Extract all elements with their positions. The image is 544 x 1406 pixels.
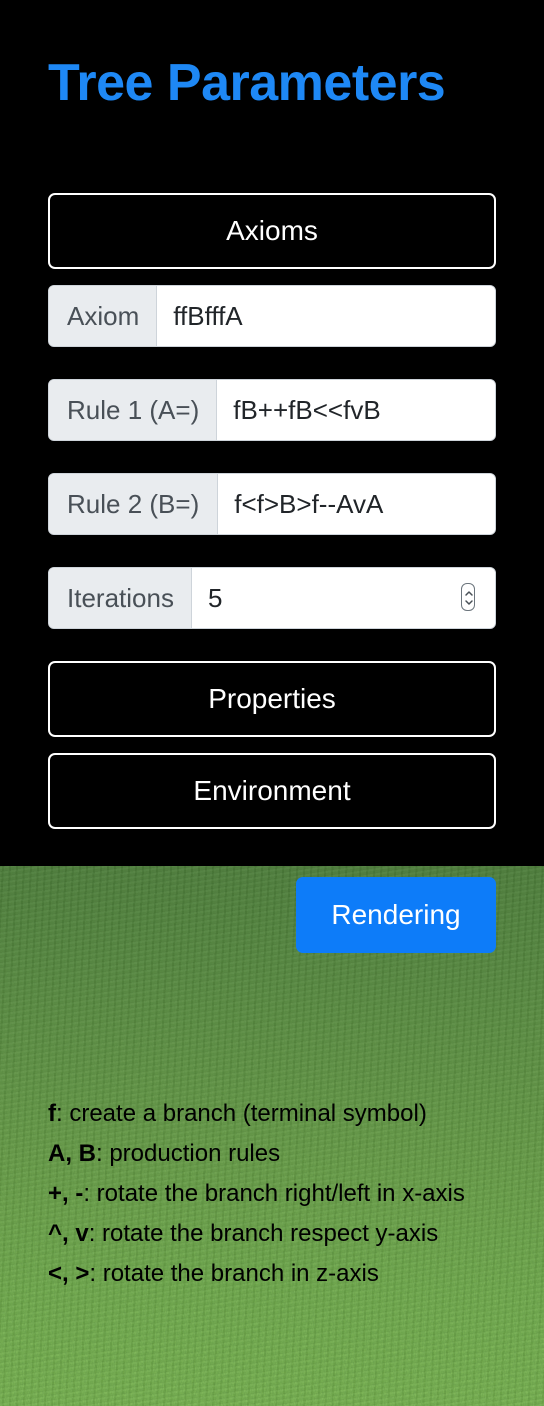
- legend-symbol: f: [48, 1100, 56, 1127]
- rule2-input-group: Rule 2 (B=): [48, 473, 496, 535]
- environment-section-button[interactable]: Environment: [48, 753, 496, 829]
- symbol-legend: f: create a branch (terminal symbol) A, …: [48, 1094, 508, 1294]
- rule1-input[interactable]: [217, 380, 495, 440]
- rule1-input-group: Rule 1 (A=): [48, 379, 496, 441]
- legend-item: ^, v: rotate the branch respect y-axis: [48, 1214, 508, 1254]
- axiom-input[interactable]: [157, 286, 495, 346]
- rule2-input[interactable]: [218, 474, 495, 534]
- legend-text: : rotate the branch right/left in x-axis: [83, 1180, 465, 1207]
- iterations-field-wrap: [191, 568, 495, 628]
- legend-text: : rotate the branch in z-axis: [89, 1260, 379, 1287]
- rendering-button[interactable]: Rendering: [296, 877, 496, 953]
- legend-item: f: create a branch (terminal symbol): [48, 1094, 508, 1134]
- parameters-panel: Tree Parameters Axioms Axiom Rule 1 (A=)…: [0, 0, 544, 866]
- page-title: Tree Parameters: [48, 54, 446, 112]
- legend-text: : production rules: [96, 1140, 281, 1167]
- number-spinner-icon[interactable]: [461, 583, 475, 611]
- legend-item: <, >: rotate the branch in z-axis: [48, 1254, 508, 1294]
- properties-section-button[interactable]: Properties: [48, 661, 496, 737]
- legend-text: : create a branch (terminal symbol): [56, 1100, 427, 1127]
- legend-item: +, -: rotate the branch right/left in x-…: [48, 1174, 508, 1214]
- iterations-input-group: Iterations: [48, 567, 496, 629]
- legend-symbol: ^, v: [48, 1220, 89, 1247]
- axiom-input-group: Axiom: [48, 285, 496, 347]
- axioms-section-button[interactable]: Axioms: [48, 193, 496, 269]
- legend-symbol: +, -: [48, 1180, 84, 1207]
- legend-symbol: <, >: [48, 1260, 90, 1287]
- legend-text: : rotate the branch respect y-axis: [88, 1220, 439, 1247]
- rule2-label: Rule 2 (B=): [49, 474, 219, 534]
- legend-symbol: A, B: [48, 1140, 96, 1167]
- iterations-input[interactable]: [191, 568, 495, 628]
- iterations-label: Iterations: [49, 568, 192, 628]
- rule1-label: Rule 1 (A=): [49, 380, 218, 440]
- legend-item: A, B: production rules: [48, 1134, 508, 1174]
- axiom-label: Axiom: [49, 286, 158, 346]
